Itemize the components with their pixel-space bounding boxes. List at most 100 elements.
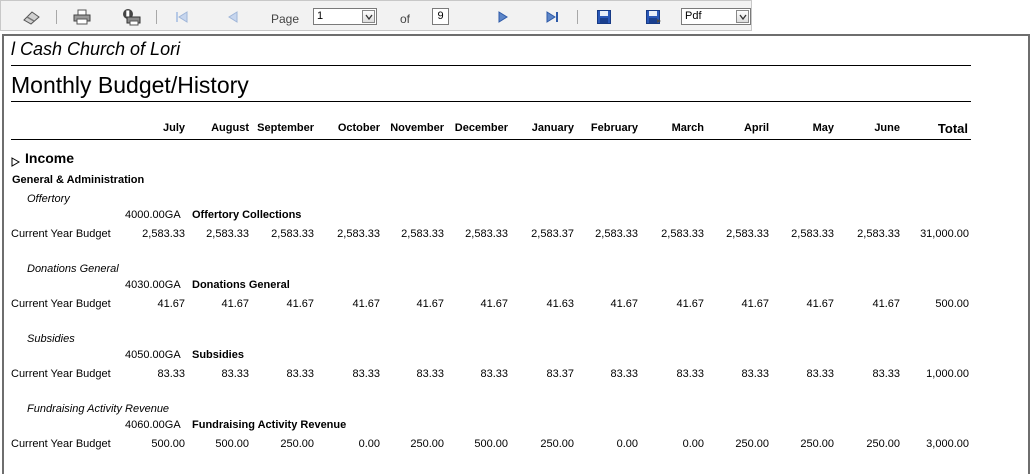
row-total: 3,000.00 [926,438,969,450]
column-header: March [671,122,704,134]
budget-value: 0.00 [616,438,638,450]
column-header: July [162,122,185,134]
print-icon [73,9,91,25]
budget-value: 500.00 [474,438,508,450]
budget-value: 41.67 [352,298,380,310]
toolbar-separator [577,10,578,24]
budget-value: 83.33 [806,368,834,380]
report-viewer-toolbar: Page 1 of 9 Pdf [0,0,752,31]
budget-value: 2,583.33 [857,228,900,240]
organization-name: l Cash Church of Lori [11,39,181,59]
header-rule [11,65,971,66]
budget-value: 2,583.33 [401,228,444,240]
budget-value: 83.33 [610,368,638,380]
previous-page-button[interactable] [225,7,241,27]
budget-value: 2,583.33 [465,228,508,240]
column-header: June [874,122,900,134]
column-header: August [211,122,249,134]
budget-value: 41.67 [221,298,249,310]
budget-value: 2,583.33 [791,228,834,240]
section-income: Income [25,150,75,166]
budget-value: 41.67 [741,298,769,310]
account-description: Subsidies [192,349,244,361]
export-button[interactable] [644,7,664,27]
row-label: Current Year Budget [11,298,111,310]
of-label: of [400,12,411,26]
column-header: February [590,122,638,134]
budget-value: 2,583.33 [206,228,249,240]
budget-value: 83.33 [416,368,444,380]
toolbar-separator [156,10,157,24]
budget-value: 41.67 [872,298,900,310]
budget-value: 500.00 [215,438,249,450]
budget-value: 41.67 [806,298,834,310]
total-pages: 9 [432,8,449,25]
budget-value: 83.33 [286,368,314,380]
next-page-button[interactable] [495,7,511,27]
column-header-rule [11,139,971,140]
budget-value: 500.00 [151,438,185,450]
account-code: 4060.00GA [125,419,181,431]
budget-value: 83.33 [741,368,769,380]
budget-value: 250.00 [866,438,900,450]
account-description: Fundraising Activity Revenue [192,419,347,431]
format-dropdown-button[interactable] [736,10,749,23]
expand-triangle-icon [11,157,21,167]
budget-value: 250.00 [800,438,834,450]
budget-value: 2,583.37 [531,228,574,240]
account-label: Offertory [27,193,70,205]
budget-value: 41.67 [157,298,185,310]
page-number-value: 1 [317,10,324,22]
save-button[interactable] [595,7,613,27]
column-header: October [337,122,380,134]
account-label: Fundraising Activity Revenue [27,403,170,415]
budget-value: 41.67 [286,298,314,310]
budget-value: 83.33 [352,368,380,380]
expand-section-toggle[interactable] [11,154,21,172]
budget-value: 2,583.33 [661,228,704,240]
page-dropdown-button[interactable] [362,10,375,23]
budget-value: 250.00 [735,438,769,450]
report-viewport[interactable]: l Cash Church of Lori Monthly Budget/His… [2,34,1030,474]
last-page-button[interactable] [543,7,561,27]
first-page-button[interactable] [173,7,191,27]
budget-value: 83.33 [221,368,249,380]
row-label: Current Year Budget [11,368,111,380]
previous-page-icon [228,11,238,23]
row-label: Current Year Budget [11,438,111,450]
budget-value: 41.67 [480,298,508,310]
account-description: Donations General [192,279,290,291]
account-code: 4050.00GA [125,349,181,361]
budget-value: 2,583.33 [595,228,638,240]
last-page-icon [546,11,558,23]
budget-value: 2,583.33 [726,228,769,240]
report-title: Monthly Budget/History [11,72,249,98]
print-button[interactable] [71,7,93,27]
account-code: 4000.00GA [125,209,181,221]
budget-value: 41.67 [610,298,638,310]
chevron-down-icon [738,14,747,20]
header-total: Total [937,121,968,136]
print-setup-button[interactable] [120,7,142,27]
chevron-down-icon [364,14,373,20]
budget-value: 83.33 [480,368,508,380]
export-format-select[interactable]: Pdf [681,8,751,25]
title-rule [11,101,971,102]
budget-value: 83.33 [676,368,704,380]
row-total: 31,000.00 [920,228,969,240]
budget-value: 2,583.33 [142,228,185,240]
account-label: Donations General [27,263,119,275]
clear-parameters-button[interactable] [21,7,43,27]
page-number-select[interactable]: 1 [313,8,377,25]
budget-value: 250.00 [540,438,574,450]
group-label: General & Administration [12,174,145,186]
first-page-icon [176,11,188,23]
column-header: May [812,122,834,134]
account-label: Subsidies [27,333,75,345]
budget-value: 2,583.33 [337,228,380,240]
export-format-value: Pdf [685,10,702,22]
save-icon [597,10,611,24]
page-label: Page [271,12,300,26]
budget-value: 83.33 [872,368,900,380]
budget-value: 41.67 [416,298,444,310]
